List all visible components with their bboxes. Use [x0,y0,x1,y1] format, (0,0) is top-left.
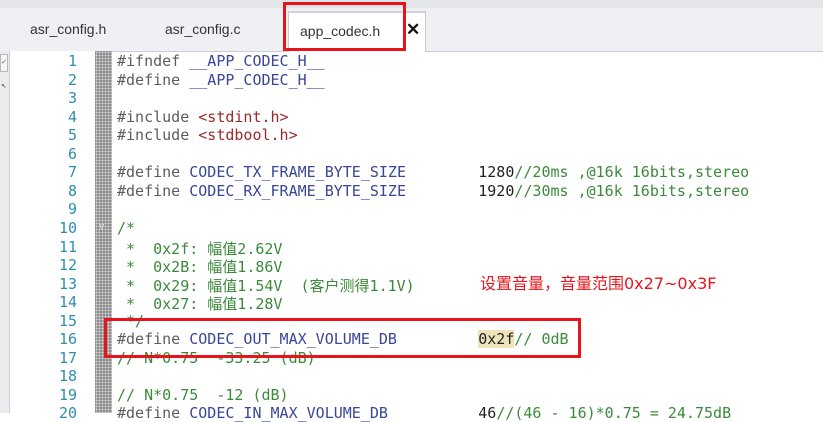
line-number: 10 [58,218,77,237]
line-number: 6 [67,144,77,163]
line-number: 7 [67,163,77,182]
line-number: 18 [58,367,77,386]
code-token: /* [117,218,136,237]
arrow-icon: ↖ [1,81,7,91]
side-panel-strip[interactable]: ✓ ↖ [0,51,10,413]
line-number: 12 [58,256,77,275]
code-token: #include [117,107,199,126]
line-number: 20 [58,404,77,422]
line-number: 2 [67,70,77,89]
line-number: 11 [58,237,77,256]
code-line[interactable]: #define CODEC_RX_FRAME_BYTE_SIZE 1920//3… [117,182,749,200]
code-token: CODEC_IN_MAX_VOLUME_DB [189,404,388,422]
tab-bar-top-edge [0,0,823,8]
line-number: 3 [67,89,77,108]
line-number: 4 [67,107,77,126]
tab-bar: asr_config.h asr_config.c app_codec.h ✕ [0,0,823,52]
fold-collapse-icon[interactable]: ▽ [99,222,104,232]
fold-margin[interactable] [95,51,112,413]
code-line[interactable]: #include <stdbool.h> [117,126,298,144]
code-token: #define [117,181,190,200]
tab-label: asr_config.h [30,21,107,37]
code-line[interactable]: #define CODEC_IN_MAX_VOLUME_DB 46//(46 -… [117,404,731,422]
code-token: 1280 [406,163,515,182]
close-icon[interactable]: ✕ [406,13,420,47]
tab-label: asr_config.c [165,21,241,37]
line-number: 19 [58,385,77,404]
code-token: #define [117,70,190,89]
code-token: * 0x2f: 幅值2.62V [117,239,283,258]
line-number: 15 [58,311,77,330]
checkmark-icon[interactable]: ✓ [0,54,8,72]
code-token: * 0x29: 幅值1.54V (客户测得1.1V) [117,276,415,295]
code-token: __APP_CODEC_H__ [189,70,325,89]
line-number: 17 [58,348,77,367]
code-line[interactable]: // N*0.75 -12 (dB) [117,386,289,404]
line-number: 13 [58,274,77,293]
line-number: 5 [67,126,77,145]
code-token: CODEC_TX_FRAME_BYTE_SIZE [189,163,406,182]
code-line[interactable]: #define __APP_CODEC_H__ [117,71,325,89]
code-token: * 0x2B: 幅值1.86V [117,258,283,277]
highlight-box-define [104,318,581,358]
code-token: //30ms ,@16k 16bits,stereo [514,181,750,200]
code-token: //20ms ,@16k 16bits,stereo [514,163,750,182]
code-token: <stdint.h> [198,107,289,126]
code-token: CODEC_RX_FRAME_BYTE_SIZE [189,181,406,200]
code-line[interactable]: #define CODEC_TX_FRAME_BYTE_SIZE 1280//2… [117,163,749,181]
code-token: #ifndef [117,52,190,70]
annotation-text: 设置音量，音量范围0x27~0x3F [480,274,717,293]
code-line[interactable]: #ifndef __APP_CODEC_H__ [117,52,325,70]
code-token: #define [117,404,190,422]
code-line[interactable]: #include <stdint.h> [117,108,289,126]
line-number: 9 [67,200,77,219]
line-number: 14 [58,293,77,312]
line-number: 8 [67,181,77,200]
code-line[interactable]: /* [117,219,135,237]
code-token: 46 [387,404,497,422]
line-number: 16 [58,330,77,349]
code-token: __APP_CODEC_H__ [189,52,325,70]
code-token: #define [117,163,190,182]
code-token: // N*0.75 -12 (dB) [117,385,289,404]
line-number: 1 [67,52,77,70]
code-token: #include [117,126,199,145]
tab-asr-config-h[interactable]: asr_config.h [30,12,140,50]
code-token: //(46 - 16)*0.75 = 24.75dB [496,404,732,422]
code-token: 1920 [406,181,515,200]
highlight-box-tab [283,2,406,51]
code-token: * 0x27: 幅值1.28V [117,295,283,314]
tab-asr-config-c[interactable]: asr_config.c [165,12,275,50]
code-token: <stdbool.h> [198,126,298,145]
